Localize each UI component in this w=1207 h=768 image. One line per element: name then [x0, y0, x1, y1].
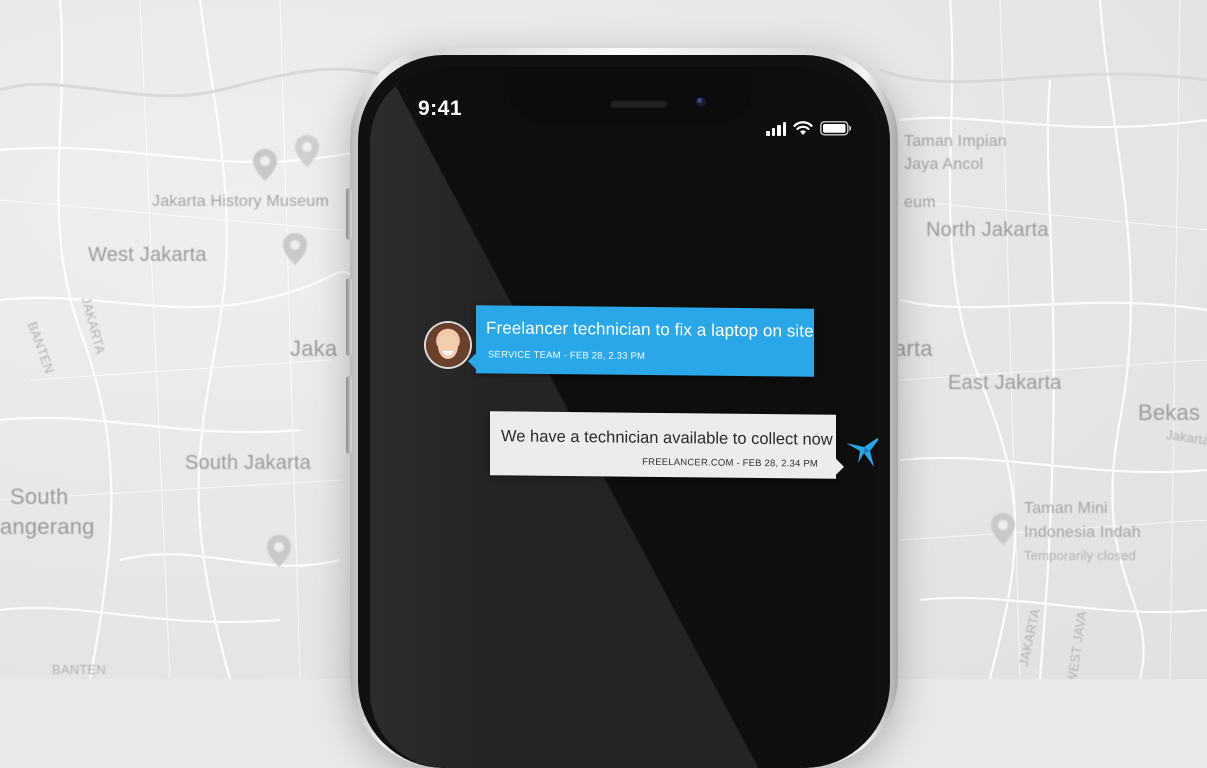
- outgoing-message-text: We have a technician available to collec…: [501, 427, 833, 449]
- map-label-south: South: [10, 484, 69, 509]
- map-label-jaya-ancol: Jaya Ancol: [904, 156, 984, 173]
- map-pin-icon: [267, 535, 291, 567]
- freelancer-bird-icon: [846, 437, 878, 467]
- map-label-bekasi: Bekas: [1138, 400, 1201, 425]
- phone-volume-up-button: [346, 278, 352, 356]
- map-label-south-jakarta: South Jakarta: [185, 452, 312, 474]
- map-label-indonesia-indah: Indonesia Indah: [1024, 524, 1141, 541]
- map-label-east-jakarta: East Jakarta: [948, 372, 1062, 394]
- map-label-history-museum: Jakarta History Museum: [152, 193, 329, 210]
- map-label-north-jakarta: North Jakarta: [926, 219, 1049, 241]
- avatar[interactable]: [426, 323, 470, 367]
- status-icons: [766, 121, 852, 136]
- phone-bezel: 9:41 Freelancer technician to fix a lapt…: [358, 55, 890, 768]
- map-label-museum: eum: [904, 194, 936, 211]
- map-pin-icon: [283, 233, 307, 265]
- wifi-icon: [793, 121, 813, 135]
- outgoing-message-bubble[interactable]: We have a technician available to collec…: [490, 411, 836, 479]
- phone-screen: 9:41 Freelancer technician to fix a lapt…: [370, 67, 878, 768]
- outgoing-message-meta: FREELANCER.COM - FEB 28, 2.34 PM: [642, 456, 818, 470]
- map-label-jakarta-left: Jaka: [290, 336, 338, 361]
- phone-mute-switch: [346, 188, 352, 240]
- map-label-west-jakarta: West Jakarta: [88, 244, 207, 266]
- map-label-jakarta-right: arta: [894, 336, 933, 361]
- speaker-grille: [610, 99, 668, 108]
- map-label-taman-impian: Taman Impian: [904, 133, 1007, 150]
- signal-icon: [766, 122, 786, 136]
- front-camera-icon: [692, 93, 710, 111]
- phone-volume-down-button: [346, 376, 352, 454]
- map-pin-icon: [295, 135, 319, 167]
- map-label-taman-mini: Taman Mini: [1024, 500, 1108, 517]
- map-label-banten-bottom: BANTEN: [52, 662, 106, 677]
- map-label-temporarily-closed: Temporarily closed: [1024, 548, 1136, 563]
- phone-notch: [508, 67, 752, 123]
- incoming-message-meta: SERVICE TEAM - FEB 28, 2.33 PM: [488, 349, 646, 363]
- incoming-message-bubble[interactable]: Freelancer technician to fix a laptop on…: [476, 305, 814, 377]
- status-time: 9:41: [418, 97, 463, 120]
- battery-icon: [820, 121, 851, 136]
- incoming-message-text: Freelancer technician to fix a laptop on…: [486, 318, 814, 341]
- map-pin-icon: [253, 149, 277, 181]
- map-pin-icon: [991, 513, 1015, 545]
- map-label-tangerang: angerang: [0, 514, 95, 539]
- phone-mockup: 9:41 Freelancer technician to fix a lapt…: [346, 48, 898, 768]
